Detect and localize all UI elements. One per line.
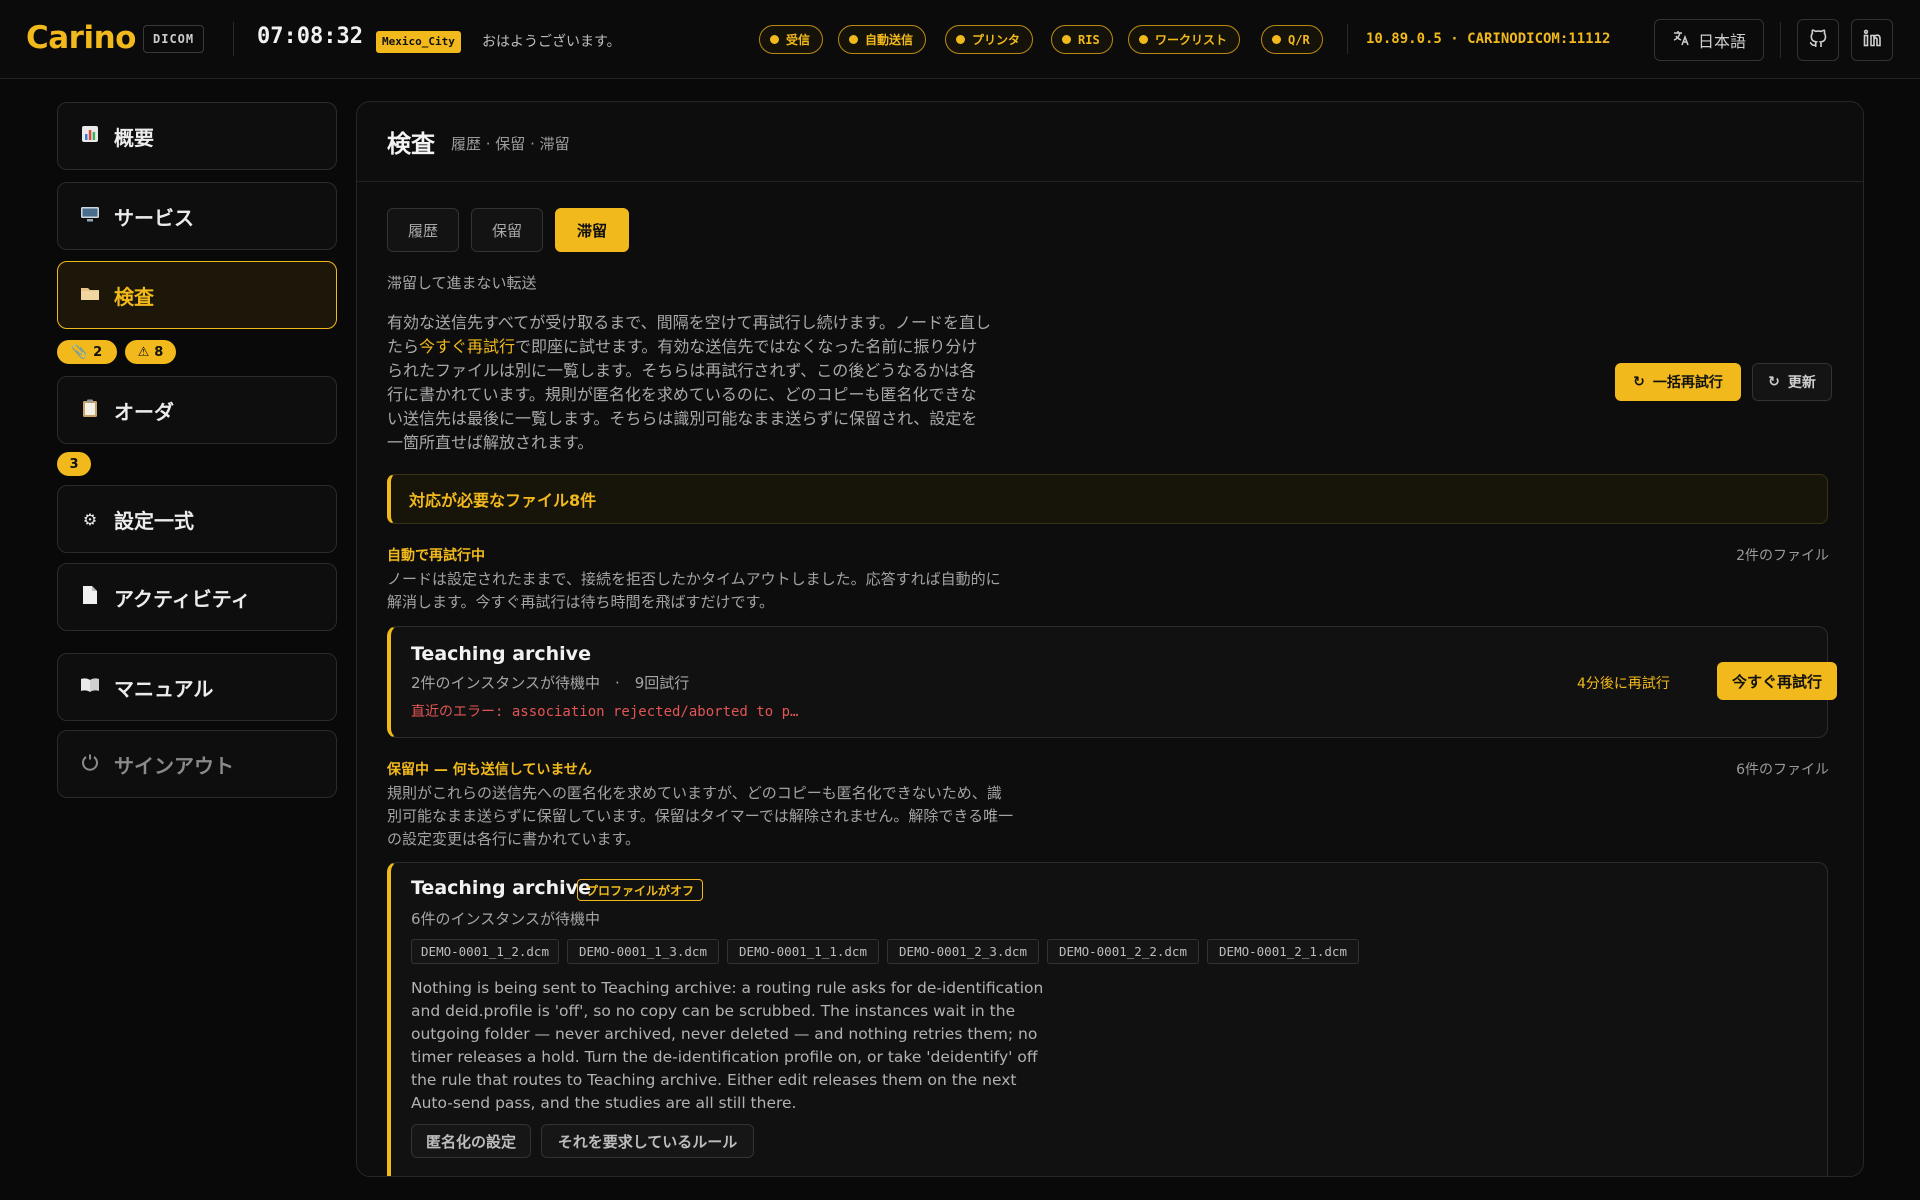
file-chip: DEMO-0001_1_3.dcm	[567, 939, 719, 964]
file-chip: DEMO-0001_2_1.dcm	[1207, 939, 1359, 964]
dicom-badge: DICOM	[143, 25, 205, 53]
translate-icon	[1672, 29, 1690, 51]
group-title-auto-retry: 自動で再試行中	[387, 548, 485, 564]
timezone-badge: Mexico_City	[376, 31, 461, 53]
clipboard-icon	[80, 398, 100, 422]
sidebar-item-exams[interactable]: 検査	[57, 261, 337, 329]
sidebar-item-manual[interactable]: マニュアル	[57, 653, 337, 721]
main-panel: 検査 履歴 · 保留 · 滞留 履歴 保留 滞留 滞留して進まない転送 有効な送…	[356, 101, 1864, 1177]
group-title-held: 保留中 — 何も送信していません	[387, 762, 592, 778]
tab-stuck[interactable]: 滞留	[555, 208, 629, 252]
group-description: 規則がこれらの送信先への匿名化を求めていますが、どのコピーも匿名化できないため、…	[387, 784, 1014, 848]
greeting: おはようございます。	[482, 34, 621, 50]
page-title: 検査	[387, 130, 435, 158]
status-dot-icon	[1139, 35, 1148, 44]
retry-now-button[interactable]: 今すぐ再試行	[1717, 662, 1837, 700]
refresh-icon: ↻	[1633, 374, 1645, 390]
requiring-rule-button[interactable]: それを要求しているルール	[541, 1124, 754, 1158]
group-file-count: 2件のファイル	[1736, 548, 1829, 564]
sidebar-item-activity[interactable]: アクティビティ	[57, 563, 337, 631]
service-pill-receive[interactable]: 受信	[759, 25, 824, 54]
deid-settings-button[interactable]: 匿名化の設定	[411, 1124, 531, 1158]
service-pill-worklist[interactable]: ワークリスト	[1128, 25, 1241, 54]
service-pill-autosend[interactable]: 自動送信	[838, 25, 927, 54]
retry-now-link[interactable]: 今すぐ再試行	[419, 337, 515, 356]
file-chip: DEMO-0001_1_2.dcm	[411, 939, 559, 964]
hold-explanation: Nothing is being sent to Teaching archiv…	[411, 979, 1044, 1112]
last-error: 直近のエラー: association rejected/aborted to …	[411, 704, 799, 720]
page-subtitle: 履歴 · 保留 · 滞留	[451, 134, 570, 153]
folder-icon	[80, 284, 100, 306]
top-bar: Carino DICOM 07:08:32 Mexico_City おはようござ…	[0, 0, 1920, 79]
tab-hold[interactable]: 保留	[471, 208, 543, 252]
header-divider	[233, 22, 234, 56]
status-dot-icon	[770, 35, 779, 44]
waiting-summary: 6件のインスタンスが待機中	[411, 910, 600, 928]
linkedin-button[interactable]	[1851, 19, 1893, 61]
chart-icon	[80, 125, 100, 147]
destination-name: Teaching archive	[411, 877, 591, 899]
warning-count-badge: ⚠ 8	[125, 340, 176, 364]
waiting-summary: 2件のインスタンスが待機中 · 9回試行	[411, 674, 690, 692]
status-dot-icon	[956, 35, 965, 44]
header-divider	[1347, 24, 1348, 54]
orders-count-badge: 3	[57, 452, 91, 476]
monitor-icon	[80, 205, 100, 227]
github-icon	[1808, 28, 1828, 52]
header-divider	[1780, 22, 1781, 58]
status-dot-icon	[1062, 35, 1071, 44]
warning-icon: ⚠	[137, 344, 150, 360]
gear-icon: ⚙	[82, 509, 98, 529]
service-pill-qr[interactable]: Q/R	[1261, 25, 1323, 54]
status-dot-icon	[849, 35, 858, 44]
sidebar-item-settings[interactable]: ⚙ 設定一式	[57, 485, 337, 553]
profile-off-badge: プロファイルがオフ	[577, 879, 704, 901]
bulk-retry-button[interactable]: ↻ 一括再試行	[1615, 363, 1741, 401]
file-chip: DEMO-0001_2_3.dcm	[887, 939, 1039, 964]
intro-text: 有効な送信先すべてが受け取るまで、間隔を空けて再試行し続けます。ノードを直したら…	[387, 313, 992, 452]
panel-header: 検査 履歴 · 保留 · 滞留	[357, 102, 1863, 182]
book-icon	[80, 677, 100, 697]
group-description: ノードは設定されたままで、接続を拒否したかタイムアウトしました。応答すれば自動的…	[387, 570, 1001, 611]
attachment-count-badge: 📎 2	[57, 340, 117, 364]
stuck-destination-card: Teaching archive 2件のインスタンスが待機中 · 9回試行 直近…	[387, 626, 1837, 738]
refresh-icon: ↻	[1768, 374, 1780, 390]
sidebar-item-signout[interactable]: サインアウト	[57, 730, 337, 798]
destination-name: Teaching archive	[411, 643, 591, 665]
github-button[interactable]	[1797, 19, 1839, 61]
section-caption: 滞留して進まない転送	[387, 274, 537, 292]
app-logo[interactable]: Carino	[26, 20, 136, 56]
sidebar-item-overview[interactable]: 概要	[57, 102, 337, 170]
paperclip-icon: 📎	[71, 344, 89, 360]
document-icon	[80, 585, 100, 609]
held-destination-card: Teaching archive プロファイルがオフ 6件のインスタンスが待機中…	[387, 862, 1828, 1176]
file-chip: DEMO-0001_2_2.dcm	[1047, 939, 1199, 964]
sidebar-item-services[interactable]: サービス	[57, 182, 337, 250]
service-pill-ris[interactable]: RIS	[1051, 25, 1113, 54]
tab-history[interactable]: 履歴	[387, 208, 459, 252]
service-pill-printer[interactable]: プリンタ	[945, 25, 1034, 54]
power-icon	[80, 753, 100, 775]
status-dot-icon	[1272, 35, 1281, 44]
refresh-button[interactable]: ↻ 更新	[1752, 363, 1832, 401]
host-address: 10.89.0.5 · CARINODICOM:11112	[1366, 31, 1611, 47]
file-chip: DEMO-0001_1_1.dcm	[727, 939, 879, 964]
linkedin-icon	[1862, 28, 1882, 52]
retry-countdown: 4分後に再試行	[1577, 676, 1670, 692]
language-button[interactable]: 日本語	[1654, 19, 1764, 61]
clock: 07:08:32	[257, 24, 363, 49]
attention-banner: 対応が必要なファイル8件	[387, 474, 1828, 524]
sidebar-item-orders[interactable]: オーダ	[57, 376, 337, 444]
group-file-count: 6件のファイル	[1736, 762, 1829, 778]
